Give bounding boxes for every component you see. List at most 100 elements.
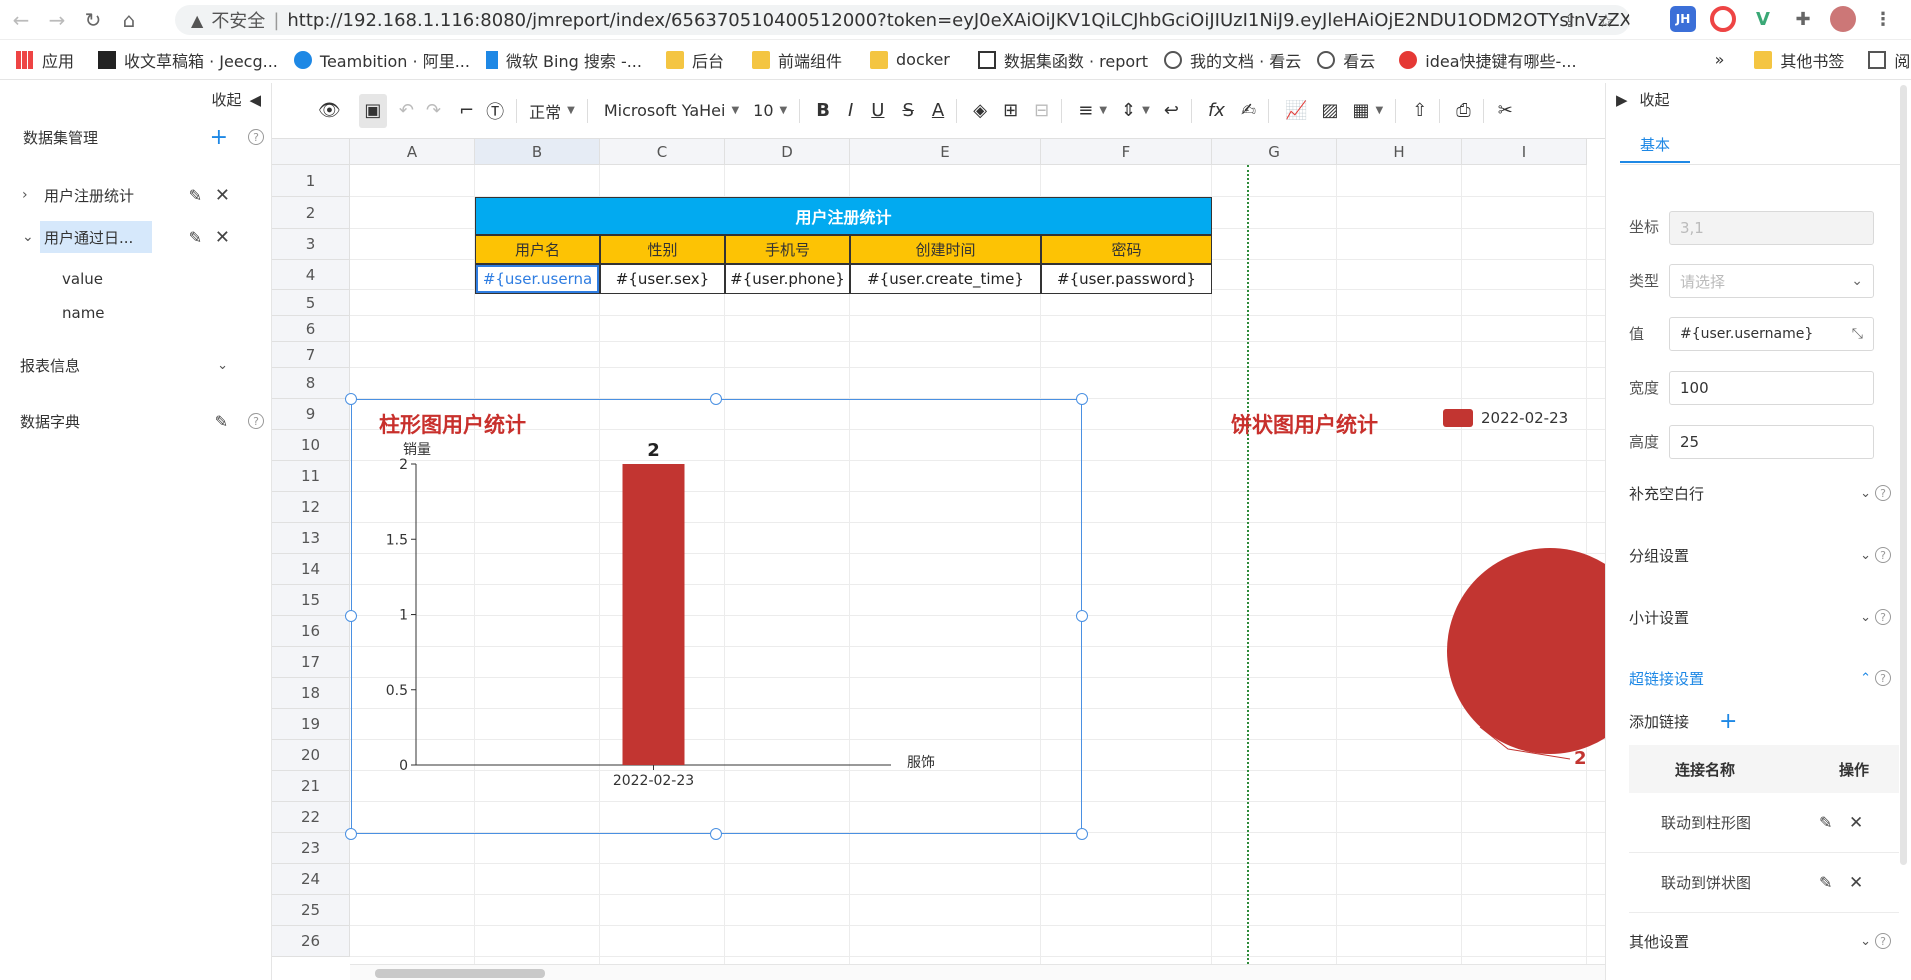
chevron-right-icon[interactable]: › [22, 187, 28, 203]
undo-icon[interactable]: ↶ [399, 94, 414, 128]
fill-color-icon[interactable]: ◈ [973, 94, 987, 128]
row-header[interactable]: 10 [272, 430, 350, 461]
format-select[interactable]: 正常 ▼ [529, 94, 575, 128]
forward-icon[interactable]: → [42, 5, 72, 35]
image-icon[interactable]: ▨ [1321, 94, 1338, 128]
row-header[interactable]: 19 [272, 709, 350, 740]
field-item[interactable]: name [0, 299, 272, 327]
row-header[interactable]: 18 [272, 678, 350, 709]
bookmark-item[interactable]: idea快捷键有哪些-... [1399, 48, 1577, 72]
header-cell-phone[interactable]: 手机号 [725, 235, 850, 264]
bold-icon[interactable]: B [816, 94, 830, 128]
back-icon[interactable]: ← [6, 5, 36, 35]
row-header[interactable]: 5 [272, 290, 350, 316]
help-icon[interactable]: ? [1875, 609, 1891, 625]
row-header[interactable]: 25 [272, 895, 350, 926]
edit-icon[interactable]: ✎ [189, 186, 202, 205]
column-header[interactable]: A [350, 139, 475, 165]
row-header[interactable]: 8 [272, 368, 350, 399]
print-icon[interactable]: ⎙ [1456, 94, 1470, 128]
vertical-scrollbar[interactable] [1900, 85, 1907, 865]
bookmark-folder[interactable]: 前端组件 [752, 48, 842, 72]
underline-icon[interactable]: U [871, 94, 884, 128]
border-icon[interactable]: ⊞ [1003, 94, 1018, 128]
collapse-icon[interactable]: ⤡ [1852, 326, 1863, 342]
data-cell-sex[interactable]: #{user.sex} [600, 264, 725, 294]
bookmark-item[interactable]: 我的文档 · 看云 [1164, 48, 1301, 72]
header-cell-username[interactable]: 用户名 [475, 235, 600, 264]
font-size-select[interactable]: 10 ▼ [753, 94, 787, 128]
close-icon[interactable]: ✕ [215, 185, 230, 206]
add-dataset-icon[interactable]: + [210, 125, 228, 150]
bookmark-folder[interactable]: 后台 [665, 48, 724, 72]
bookmark-item[interactable]: Teambition · 阿里... [293, 48, 470, 72]
bookmarks-overflow[interactable]: » [1715, 50, 1725, 69]
menu-icon[interactable]: ⋮ [1870, 6, 1896, 32]
right-collapse-button[interactable]: ▶ 收起 [1616, 89, 1670, 110]
edit-icon[interactable]: ✎ [189, 228, 202, 247]
italic-icon[interactable]: I [848, 94, 853, 128]
scroll-thumb[interactable] [375, 969, 545, 978]
column-header[interactable]: C [600, 139, 725, 165]
row-header[interactable]: 2 [272, 197, 350, 229]
row-header[interactable]: 26 [272, 926, 350, 957]
extensions-icon[interactable]: ✚ [1790, 6, 1816, 32]
horizontal-scrollbar[interactable] [350, 964, 1605, 980]
extension-jh-icon[interactable]: JH [1670, 6, 1696, 32]
share-icon[interactable]: ⇪ [1563, 11, 1578, 32]
left-collapse-button[interactable]: 收起 ◀ [211, 89, 261, 110]
function-icon[interactable]: fx [1208, 94, 1225, 128]
data-cell-password[interactable]: #{user.password} [1041, 264, 1212, 294]
spreadsheet[interactable]: ABCDEFGHI 1 2 3 4 5 6 7 8 9 10 11 12 13 14 15 16 17 18 19 2… [272, 139, 1605, 980]
preview-eye-icon[interactable]: 👁 [318, 94, 341, 128]
tab-basic[interactable]: 基本 [1620, 127, 1690, 163]
row-header[interactable]: 9 [272, 399, 350, 430]
section-subtotal-settings[interactable]: 小计设置 ⌄ ? [1629, 605, 1891, 629]
help-icon[interactable]: ? [248, 129, 264, 145]
column-header[interactable]: G [1212, 139, 1337, 165]
format-painter-icon[interactable]: ⌐ [459, 94, 474, 128]
section-hyperlink-settings[interactable]: 超链接设置 ⌃ ? [1629, 666, 1891, 690]
width-input[interactable]: 100 [1669, 371, 1874, 405]
field-item[interactable]: value [0, 265, 272, 293]
column-header[interactable]: B [475, 139, 600, 165]
valign-icon[interactable]: ⇕ ▼ [1121, 94, 1150, 128]
column-header[interactable]: H [1337, 139, 1462, 165]
height-input[interactable]: 25 [1669, 425, 1874, 459]
value-input[interactable]: #{user.username} ⤡ [1669, 317, 1874, 351]
bookmark-item[interactable]: 数据集函数 · report [977, 48, 1148, 72]
save-icon[interactable]: ▣ [358, 93, 387, 128]
section-fill-blank-rows[interactable]: 补充空白行 ⌄ ? [1629, 481, 1891, 505]
row-header[interactable]: 7 [272, 342, 350, 368]
type-select[interactable]: 请选择 ⌄ [1669, 264, 1874, 298]
row-header[interactable]: 16 [272, 616, 350, 647]
bookmark-item[interactable]: 收文草稿箱 · Jeecg... [98, 48, 278, 72]
row-header[interactable]: 17 [272, 647, 350, 678]
data-cell-username[interactable]: #{user.userna [475, 264, 600, 294]
column-header[interactable]: E [850, 139, 1041, 165]
bookmark-item[interactable]: 看云 [1317, 48, 1375, 72]
dataset-item[interactable]: › 用户注册统计 ✎ ✕ [0, 179, 272, 211]
row-header[interactable]: 1 [272, 165, 350, 197]
redo-icon[interactable]: ↷ [426, 94, 441, 128]
data-cell-phone[interactable]: #{user.phone} [725, 264, 850, 294]
row-header[interactable]: 23 [272, 833, 350, 864]
row-header[interactable]: 22 [272, 802, 350, 833]
dataset-item[interactable]: ⌄ 用户通过日... ✎ ✕ [0, 221, 272, 253]
reading-list[interactable]: 阅读清单 [1868, 48, 1911, 72]
help-icon[interactable]: ? [1875, 485, 1891, 501]
column-header[interactable]: I [1462, 139, 1587, 165]
row-header[interactable]: 15 [272, 585, 350, 616]
tools-icon[interactable]: ✂ [1498, 94, 1513, 128]
font-color-icon[interactable]: A [932, 94, 944, 128]
row-header[interactable]: 3 [272, 229, 350, 260]
add-link-icon[interactable]: + [1719, 709, 1737, 734]
sign-icon[interactable]: ✍ [1241, 94, 1256, 128]
header-cell-create-time[interactable]: 创建时间 [850, 235, 1041, 264]
coord-input[interactable]: 3,1 [1669, 211, 1874, 245]
bookmark-other-folder[interactable]: 其他书签 [1754, 48, 1844, 72]
edit-icon[interactable]: ✎ [1819, 813, 1832, 832]
text-wrap-icon[interactable]: ↩ [1164, 94, 1179, 128]
bookmark-folder[interactable]: docker [870, 50, 950, 69]
home-icon[interactable]: ⌂ [114, 5, 144, 35]
